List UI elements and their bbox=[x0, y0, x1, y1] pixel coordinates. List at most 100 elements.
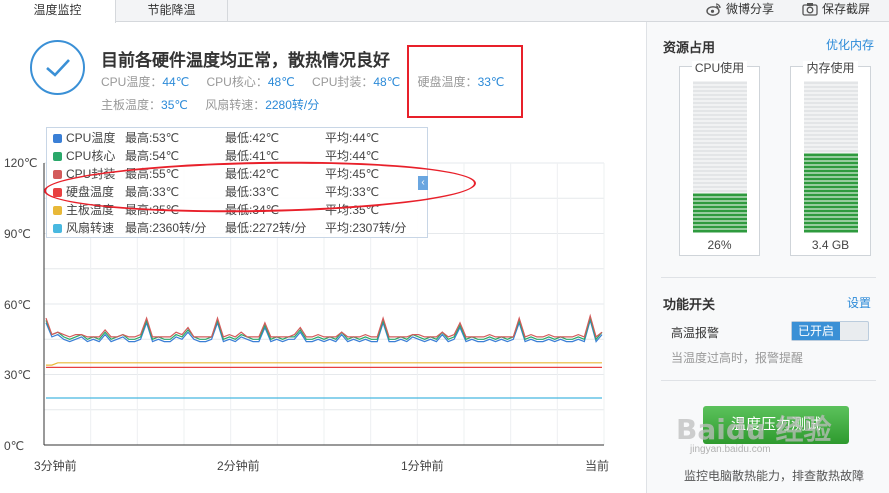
status-ok-icon bbox=[30, 40, 85, 95]
meter-segment bbox=[804, 121, 858, 125]
meter-segment bbox=[693, 177, 747, 181]
meter-segment bbox=[804, 129, 858, 133]
legend-avg: 平均:2307转/分 bbox=[325, 221, 407, 235]
stats-row-2: 主板温度：35℃ 风扇转速：2280转/分 bbox=[101, 96, 333, 113]
meter-segment bbox=[693, 105, 747, 109]
legend-swatch bbox=[53, 134, 62, 143]
memory-usage-meter: 内存使用 3.4 GB bbox=[790, 61, 871, 256]
meter-segment bbox=[693, 141, 747, 145]
meter-segment bbox=[804, 101, 858, 105]
x-tick-label: 3分钟前 bbox=[34, 459, 77, 473]
y-tick-label: 30℃ bbox=[4, 368, 31, 382]
y-tick-label: 90℃ bbox=[4, 227, 31, 241]
divider bbox=[661, 277, 876, 278]
legend-avg: 平均:44℃ bbox=[325, 131, 380, 145]
meter-segment bbox=[693, 229, 747, 233]
meter-segment bbox=[693, 133, 747, 137]
high-temp-alarm-toggle[interactable]: 已开启 bbox=[791, 321, 869, 341]
legend-name: CPU核心 bbox=[66, 149, 116, 163]
meter-segment bbox=[693, 221, 747, 225]
legend-swatch bbox=[53, 206, 62, 215]
legend-swatch bbox=[53, 224, 62, 233]
meter-segment bbox=[804, 221, 858, 225]
y-tick-label: 120℃ bbox=[4, 156, 38, 170]
meter-segment bbox=[804, 89, 858, 93]
legend-max: 最高:53℃ bbox=[125, 131, 180, 145]
meter-segment bbox=[804, 117, 858, 121]
meter-segment bbox=[804, 165, 858, 169]
meter-segment bbox=[693, 113, 747, 117]
meter-segment bbox=[804, 97, 858, 101]
optimize-memory-link[interactable]: 优化内存 bbox=[826, 36, 874, 53]
stat-fan-speed: 2280转/分 bbox=[265, 98, 320, 112]
annotation-rectangle bbox=[407, 45, 523, 118]
meter-segment bbox=[804, 149, 858, 153]
stat-label: CPU封装： bbox=[312, 75, 374, 89]
stat-board-temp: 35℃ bbox=[161, 98, 188, 112]
meter-segment bbox=[804, 81, 858, 85]
weibo-share-label: 微博分享 bbox=[726, 2, 775, 16]
high-temp-alarm-label: 高温报警 bbox=[671, 326, 720, 340]
meter-segment bbox=[693, 157, 747, 161]
meter-segment bbox=[693, 117, 747, 121]
settings-link[interactable]: 设置 bbox=[847, 294, 871, 311]
meter-segment bbox=[804, 181, 858, 185]
meter-segment bbox=[693, 189, 747, 193]
meter-segment bbox=[804, 93, 858, 97]
meter-segment bbox=[804, 197, 858, 201]
save-screenshot-button[interactable]: 保存截屏 bbox=[802, 0, 870, 22]
meter-segment bbox=[804, 173, 858, 177]
memory-usage-label: 内存使用 bbox=[791, 59, 870, 76]
save-screenshot-label: 保存截屏 bbox=[822, 2, 871, 16]
y-tick-label: 60℃ bbox=[4, 298, 31, 312]
meter-segment bbox=[804, 169, 858, 173]
y-tick-label: 0℃ bbox=[4, 439, 25, 453]
meter-segment bbox=[693, 205, 747, 209]
meter-segment bbox=[804, 113, 858, 117]
meter-segment bbox=[693, 81, 747, 85]
memory-usage-label-text: 内存使用 bbox=[803, 61, 858, 75]
meter-segment bbox=[693, 89, 747, 93]
meter-segment bbox=[693, 145, 747, 149]
meter-segment bbox=[804, 225, 858, 229]
meter-segment bbox=[804, 153, 858, 157]
weibo-icon bbox=[706, 3, 721, 16]
x-tick-label: 1分钟前 bbox=[401, 459, 444, 473]
meter-segment bbox=[804, 85, 858, 89]
stat-label: CPU核心： bbox=[206, 75, 268, 89]
tab-bar: 温度监控 节能降温 微博分享 保存截屏 bbox=[0, 0, 889, 23]
x-tick-label: 2分钟前 bbox=[217, 459, 260, 473]
meter-segment bbox=[693, 137, 747, 141]
meter-segment bbox=[804, 145, 858, 149]
legend-max: 最高:54℃ bbox=[125, 149, 180, 163]
meter-segment bbox=[804, 205, 858, 209]
meter-segment bbox=[804, 185, 858, 189]
stat-label: 主板温度： bbox=[101, 98, 162, 112]
meter-segment bbox=[804, 229, 858, 233]
meter-segment bbox=[804, 177, 858, 181]
legend-swatch bbox=[53, 170, 62, 179]
meter-segment bbox=[693, 109, 747, 113]
meter-segment bbox=[693, 193, 747, 197]
tab-energy-saving[interactable]: 节能降温 bbox=[116, 0, 228, 22]
stat-cpu-package: 48℃ bbox=[373, 75, 401, 89]
cpu-usage-value: 26% bbox=[707, 238, 732, 252]
legend-name: 风扇转速 bbox=[66, 221, 115, 235]
meter-segment bbox=[804, 201, 858, 205]
meter-segment bbox=[693, 165, 747, 169]
meter-segment bbox=[804, 133, 858, 137]
meter-segment bbox=[693, 185, 747, 189]
memory-usage-bar bbox=[804, 81, 858, 233]
meter-segment bbox=[804, 109, 858, 113]
meter-segment bbox=[804, 193, 858, 197]
meter-segment bbox=[693, 197, 747, 201]
legend-swatch bbox=[53, 152, 62, 161]
meter-segment bbox=[804, 189, 858, 193]
divider bbox=[661, 380, 876, 381]
tab-temperature-monitor[interactable]: 温度监控 bbox=[0, 0, 116, 23]
meter-segment bbox=[693, 161, 747, 165]
stat-label: 风扇转速： bbox=[205, 98, 266, 112]
weibo-share-button[interactable]: 微博分享 bbox=[706, 0, 774, 22]
cpu-usage-meter: CPU使用 26% bbox=[679, 61, 760, 256]
legend-min: 最低:42℃ bbox=[225, 131, 280, 145]
